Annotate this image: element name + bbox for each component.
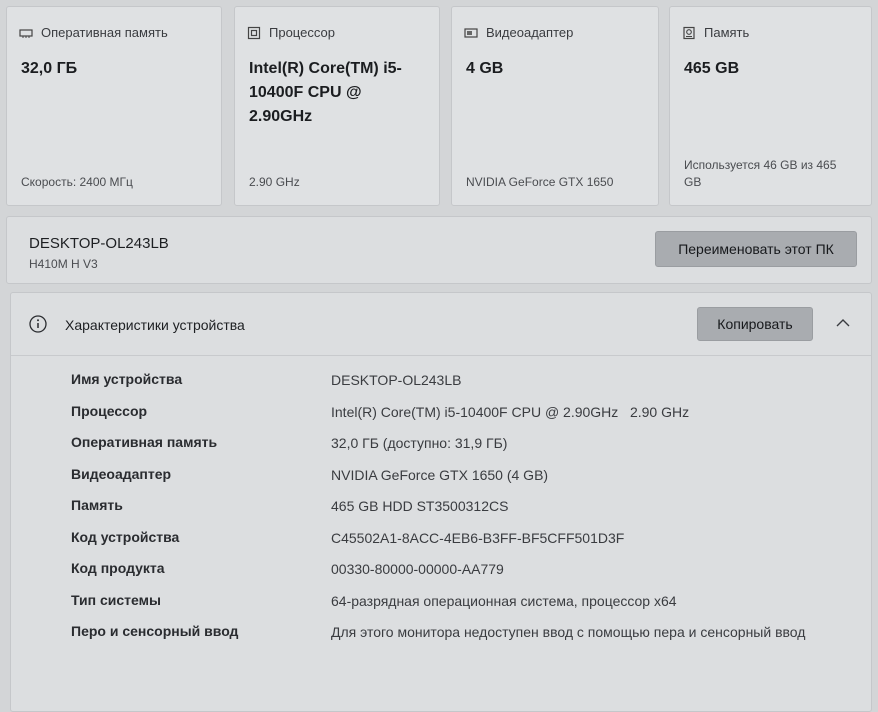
memory-icon <box>19 26 33 40</box>
spec-row-system-type: Тип системы 64-разрядная операционная си… <box>11 584 871 616</box>
card-storage-value: 465 GB <box>684 60 740 77</box>
device-specs-table: Имя устройства DESKTOP-OL243LB Процессор… <box>11 363 871 647</box>
spec-row-gpu: Видеоадаптер NVIDIA GeForce GTX 1650 (4 … <box>11 458 871 490</box>
spec-row-ram: Оперативная память 32,0 ГБ (доступно: 31… <box>11 426 871 458</box>
card-cpu-title: Процессор <box>269 25 335 40</box>
card-ram-value: 32,0 ГБ <box>21 60 78 77</box>
spec-row-storage: Память 465 GB HDD ST3500312CS <box>11 489 871 521</box>
spec-value: NVIDIA GeForce GTX 1650 (4 GB) <box>331 466 549 483</box>
spec-value: C45502A1-8ACC-4EB6-B3FF-BF5CFF501D3F <box>331 529 625 546</box>
card-ram-sub: Скорость: 2400 МГц <box>21 175 133 189</box>
spec-row-device-name: Имя устройства DESKTOP-OL243LB <box>11 363 871 395</box>
gpu-icon <box>464 26 478 40</box>
spec-label: Видеоадаптер <box>71 465 172 482</box>
device-model: H410M H V3 <box>29 257 98 271</box>
spec-value: 00330-80000-00000-AA779 <box>331 561 504 577</box>
processor-icon <box>247 26 261 40</box>
card-cpu-header: Процессор <box>247 25 335 40</box>
card-gpu-value: 4 GB <box>466 60 504 77</box>
spec-label: Код продукта <box>71 560 165 576</box>
card-ram-header: Оперативная память <box>19 25 168 40</box>
device-row: DESKTOP-OL243LB H410M H V3 Переименовать… <box>6 216 872 284</box>
card-cpu-value: Intel(R) Core(TM) i5-10400F CPU @ 2.90GH… <box>249 60 402 125</box>
spec-label: Имя устройства <box>71 371 183 387</box>
summary-cards: Оперативная память 32,0 ГБ Скорость: 240… <box>6 6 872 208</box>
device-specs-header[interactable]: Характеристики устройства Копировать <box>11 293 871 356</box>
card-gpu-title: Видеоадаптер <box>486 25 574 40</box>
card-gpu: Видеоадаптер 4 GB NVIDIA GeForce GTX 165… <box>451 6 659 206</box>
rename-pc-button[interactable]: Переименовать этот ПК <box>655 231 857 267</box>
spec-label: Тип системы <box>71 591 161 608</box>
storage-icon <box>682 26 696 40</box>
spec-row-device-id: Код устройства C45502A1-8ACC-4EB6-B3FF-B… <box>11 521 871 553</box>
card-storage-sub: Используется 46 GB из 465 GB <box>684 158 837 189</box>
spec-label: Процессор <box>71 402 148 419</box>
spec-row-product-id: Код продукта 00330-80000-00000-AA779 <box>11 552 871 584</box>
spec-label: Память <box>71 497 123 513</box>
spec-label: Оперативная память <box>71 434 218 450</box>
spec-value: Intel(R) Core(TM) i5-10400F CPU @ 2.90GH… <box>331 403 690 420</box>
device-specs-section: Характеристики устройства Копировать Имя… <box>10 292 872 712</box>
chevron-up-icon[interactable] <box>833 313 853 333</box>
spec-value: 465 GB HDD ST3500312CS <box>331 498 509 514</box>
spec-row-pen-touch: Перо и сенсорный ввод Для этого монитора… <box>11 615 871 647</box>
spec-value: Для этого монитора недоступен ввод с пом… <box>331 624 806 640</box>
card-cpu-sub: 2.90 GHz <box>249 175 300 189</box>
spec-value: 32,0 ГБ (доступно: 31,9 ГБ) <box>331 435 508 451</box>
device-name: DESKTOP-OL243LB <box>29 235 169 252</box>
card-gpu-header: Видеоадаптер <box>464 25 573 40</box>
card-ram: Оперативная память 32,0 ГБ Скорость: 240… <box>6 6 222 206</box>
card-ram-title: Оперативная память <box>41 25 168 40</box>
card-cpu: Процессор Intel(R) Core(TM) i5-10400F CP… <box>234 6 440 206</box>
spec-value: 64-разрядная операционная система, проце… <box>331 592 677 609</box>
card-storage-header: Память <box>682 25 749 40</box>
card-storage-title: Память <box>704 25 750 40</box>
info-icon <box>29 315 47 333</box>
card-storage: Память 465 GB Используется 46 GB из 465 … <box>669 6 872 206</box>
device-specs-title: Характеристики устройства <box>65 317 245 333</box>
spec-row-processor: Процессор Intel(R) Core(TM) i5-10400F CP… <box>11 395 871 427</box>
spec-label: Код устройства <box>71 528 180 545</box>
card-gpu-sub: NVIDIA GeForce GTX 1650 <box>466 175 614 189</box>
spec-label: Перо и сенсорный ввод <box>71 623 239 639</box>
spec-value: DESKTOP-OL243LB <box>331 372 462 388</box>
copy-button[interactable]: Копировать <box>697 307 813 341</box>
